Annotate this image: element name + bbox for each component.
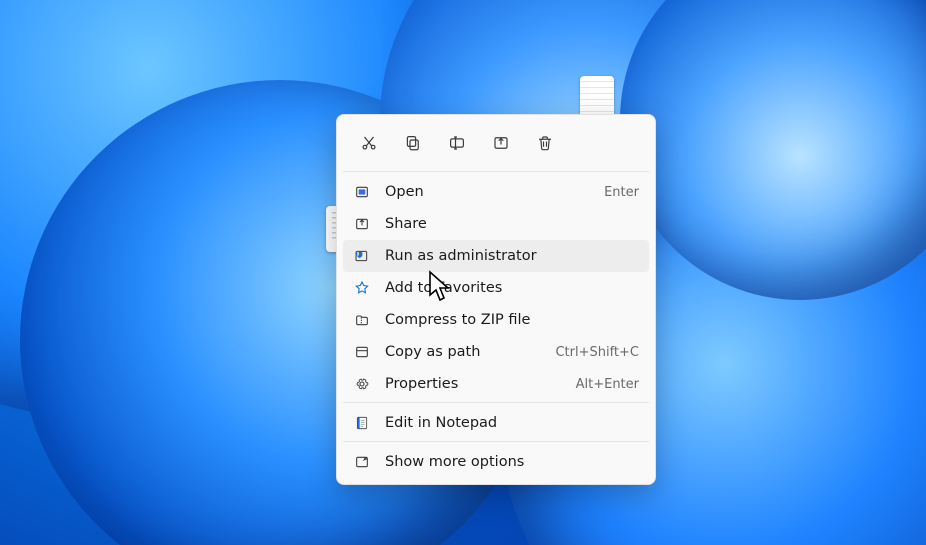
share-button[interactable]: [479, 125, 523, 161]
menu-item-shortcut: Alt+Enter: [576, 377, 639, 392]
menu-separator: [343, 171, 649, 172]
copy-icon: [404, 134, 422, 152]
open-icon: [353, 183, 371, 201]
notepad-icon: [353, 414, 371, 432]
share-icon: [492, 134, 510, 152]
menu-item-label: Open: [385, 184, 590, 200]
menu-item-copy-as-path[interactable]: Copy as path Ctrl+Shift+C: [343, 336, 649, 368]
menu-item-label: Copy as path: [385, 344, 541, 360]
copy-button[interactable]: [391, 125, 435, 161]
menu-item-label: Properties: [385, 376, 562, 392]
trash-icon: [536, 134, 554, 152]
menu-item-open[interactable]: Open Enter: [343, 176, 649, 208]
menu-item-label: Edit in Notepad: [385, 415, 639, 431]
menu-item-label: Add to Favorites: [385, 280, 639, 296]
more-options-icon: [353, 453, 371, 471]
menu-item-shortcut: Ctrl+Shift+C: [555, 345, 639, 360]
menu-item-label: Share: [385, 216, 639, 232]
rename-icon: [448, 134, 466, 152]
rename-button[interactable]: [435, 125, 479, 161]
menu-item-label: Run as administrator: [385, 248, 639, 264]
cut-button[interactable]: [347, 125, 391, 161]
menu-item-shortcut: Enter: [604, 185, 639, 200]
zip-icon: [353, 311, 371, 329]
delete-button[interactable]: [523, 125, 567, 161]
menu-separator: [343, 402, 649, 403]
menu-item-compress-zip[interactable]: Compress to ZIP file: [343, 304, 649, 336]
menu-item-add-to-favorites[interactable]: Add to Favorites: [343, 272, 649, 304]
menu-item-run-as-administrator[interactable]: Run as administrator: [343, 240, 649, 272]
shield-admin-icon: [353, 247, 371, 265]
star-icon: [353, 279, 371, 297]
context-menu: Open Enter Share Run as administrator: [336, 114, 656, 485]
cut-icon: [360, 134, 378, 152]
menu-item-label: Compress to ZIP file: [385, 312, 639, 328]
share-icon: [353, 215, 371, 233]
context-menu-action-row: [343, 121, 649, 169]
menu-item-label: Show more options: [385, 454, 639, 470]
menu-item-share[interactable]: Share: [343, 208, 649, 240]
menu-separator: [343, 441, 649, 442]
menu-item-edit-in-notepad[interactable]: Edit in Notepad: [343, 407, 649, 439]
properties-icon: [353, 375, 371, 393]
menu-item-properties[interactable]: Properties Alt+Enter: [343, 368, 649, 400]
menu-item-show-more-options[interactable]: Show more options: [343, 446, 649, 478]
copy-as-path-icon: [353, 343, 371, 361]
